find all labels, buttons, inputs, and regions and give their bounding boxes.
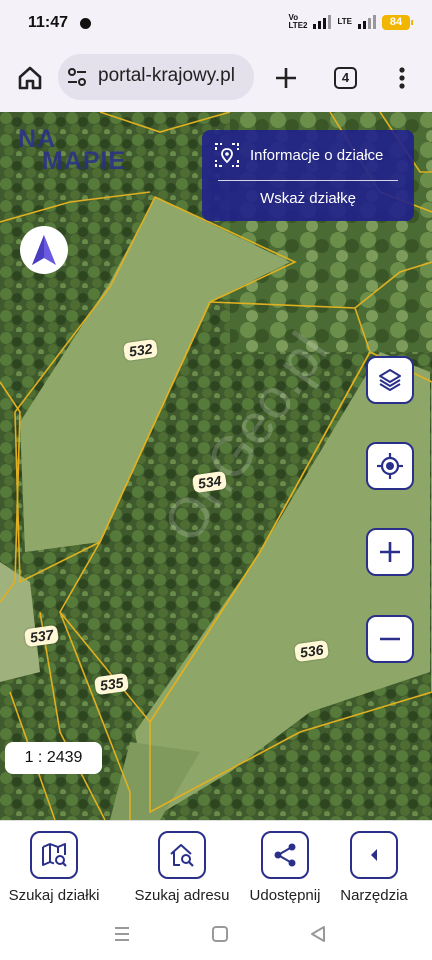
site-settings-icon[interactable]: [66, 66, 88, 88]
parcel-info-button[interactable]: Informacje o działce: [214, 142, 383, 168]
home-icon: [18, 66, 42, 90]
chevron-left-icon: [350, 831, 398, 879]
status-indicators: Vo LTE2 LTE 84: [288, 13, 413, 30]
share-icon: [261, 831, 309, 879]
browser-home-button[interactable]: [14, 62, 46, 94]
zoom-out-button[interactable]: [366, 615, 414, 663]
home-search-icon: [158, 831, 206, 879]
zoom-out-icon: [380, 637, 400, 641]
map-view[interactable]: OnGeo.pl NA MAPIE Informacje o działce W…: [0, 112, 432, 820]
recents-icon: [115, 927, 129, 941]
lte-indicator: LTE: [337, 17, 352, 26]
map-search-icon: [30, 831, 78, 879]
tabs-button[interactable]: 4: [334, 67, 357, 89]
plus-icon: [276, 68, 296, 88]
back-nav-button[interactable]: [309, 924, 327, 949]
divider: [218, 180, 398, 181]
browser-menu-button[interactable]: [392, 62, 412, 94]
bottom-toolbar: Szukaj działki Szukaj adresu Udostępnij: [0, 820, 432, 910]
parcel-select-icon: [215, 143, 239, 167]
tools-button[interactable]: Narzędzia: [320, 831, 428, 911]
search-address-label: Szukaj adresu: [134, 887, 230, 904]
signal-icon-2: [358, 15, 376, 29]
status-bar: 11:47 Vo LTE2 LTE 84: [0, 0, 432, 48]
select-parcel-link[interactable]: Wskaż działkę: [202, 190, 414, 207]
layers-button[interactable]: [366, 356, 414, 404]
search-parcel-button[interactable]: Szukaj działki: [0, 831, 108, 911]
locate-icon: [377, 453, 403, 479]
zoom-in-icon: [380, 542, 400, 562]
map-scale: 1 : 2439: [5, 742, 102, 774]
signal-icon: [313, 15, 332, 29]
locate-button[interactable]: [366, 442, 414, 490]
back-icon: [311, 926, 325, 942]
volte-indicator: Vo LTE2: [288, 13, 308, 30]
browser-toolbar: portal-krajowy.pl 4: [0, 48, 432, 112]
home-nav-button[interactable]: [211, 924, 229, 949]
parcel-info-title: Informacje o działce: [250, 146, 384, 164]
compass-button[interactable]: [20, 226, 68, 274]
app-logo: NA MAPIE: [18, 125, 127, 175]
status-time: 11:47: [28, 14, 69, 31]
system-nav-bar: [0, 910, 432, 960]
search-parcel-label: Szukaj działki: [8, 887, 100, 904]
menu-icon: [399, 67, 405, 89]
zoom-in-button[interactable]: [366, 528, 414, 576]
notification-icon: [80, 18, 91, 29]
new-tab-button[interactable]: [270, 62, 302, 94]
recents-button[interactable]: [113, 924, 131, 949]
url-text[interactable]: portal-krajowy.pl: [98, 65, 250, 87]
home-icon: [212, 926, 228, 942]
parcel-info-panel[interactable]: Informacje o działce Wskaż działkę: [202, 130, 414, 221]
tools-label: Narzędzia: [340, 887, 408, 904]
search-address-button[interactable]: Szukaj adresu: [128, 831, 236, 911]
north-arrow-icon: [32, 235, 56, 265]
layers-icon: [379, 369, 401, 391]
battery-indicator: 84: [382, 14, 413, 30]
